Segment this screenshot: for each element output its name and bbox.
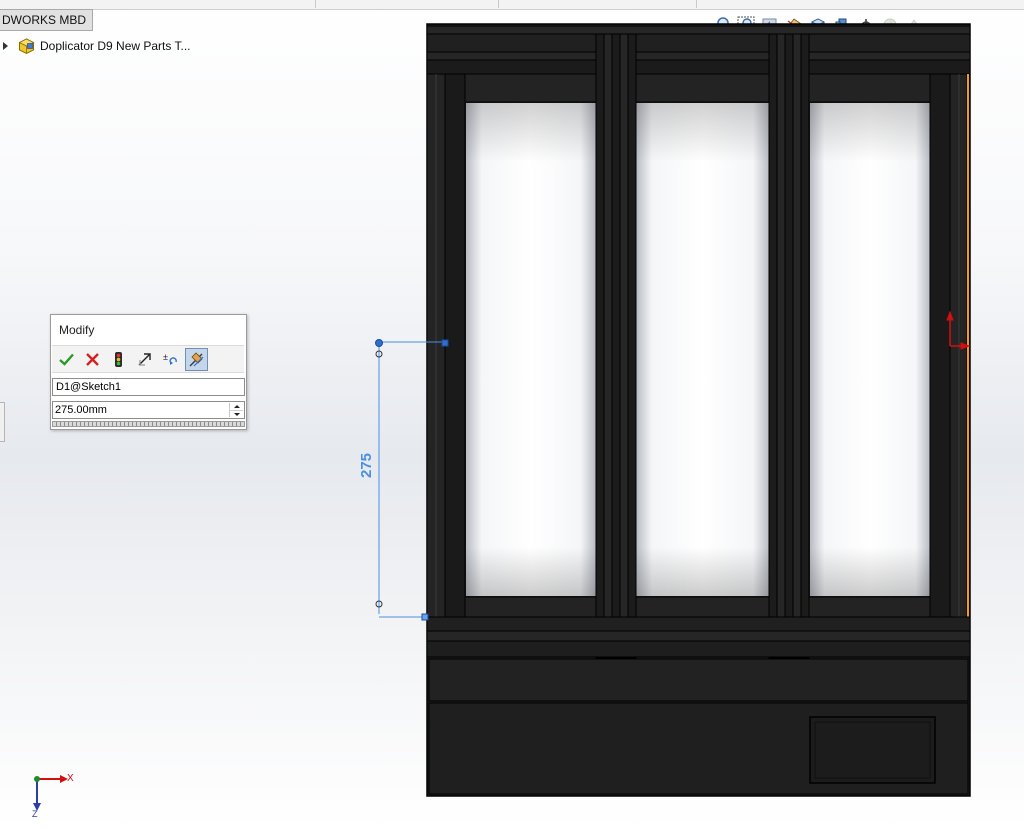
modify-title: Modify bbox=[59, 323, 95, 337]
reset-spin-increment-icon[interactable]: ± bbox=[159, 348, 182, 371]
display-cutout[interactable] bbox=[809, 716, 936, 784]
triad-z-label: Z bbox=[32, 809, 38, 819]
spin-down-icon[interactable] bbox=[230, 411, 243, 418]
dimension-value-input[interactable] bbox=[53, 402, 225, 418]
base-front-upper bbox=[428, 658, 969, 702]
triad-x-label: X bbox=[67, 773, 74, 784]
cancel-x-icon[interactable] bbox=[81, 348, 104, 371]
window-panels bbox=[466, 103, 930, 596]
dimension-value-text[interactable]: 275 bbox=[358, 453, 375, 478]
modify-dialog: Modify ± D1@Sketch1 bbox=[50, 314, 247, 430]
lower-crossbar bbox=[464, 596, 931, 618]
upper-crossbar bbox=[464, 73, 931, 103]
middle-post-1 bbox=[595, 33, 637, 659]
svg-text:±: ± bbox=[163, 352, 168, 362]
middle-post-2 bbox=[768, 33, 810, 659]
reverse-direction-icon[interactable] bbox=[133, 348, 156, 371]
value-thumbwheel[interactable] bbox=[52, 421, 245, 427]
dimension-value-field[interactable] bbox=[52, 401, 245, 419]
modify-toolbar: ± bbox=[52, 345, 244, 373]
top-rail bbox=[426, 25, 971, 75]
dimension-name-field[interactable]: D1@Sketch1 bbox=[52, 378, 245, 396]
bottom-rail bbox=[426, 616, 971, 658]
spin-up-icon[interactable] bbox=[230, 403, 243, 411]
view-triad bbox=[33, 775, 68, 811]
ok-check-icon[interactable] bbox=[55, 348, 78, 371]
mark-for-drawing-icon[interactable] bbox=[185, 347, 208, 371]
value-spinner[interactable] bbox=[229, 403, 243, 417]
rebuild-traffic-light-icon[interactable] bbox=[107, 348, 130, 371]
